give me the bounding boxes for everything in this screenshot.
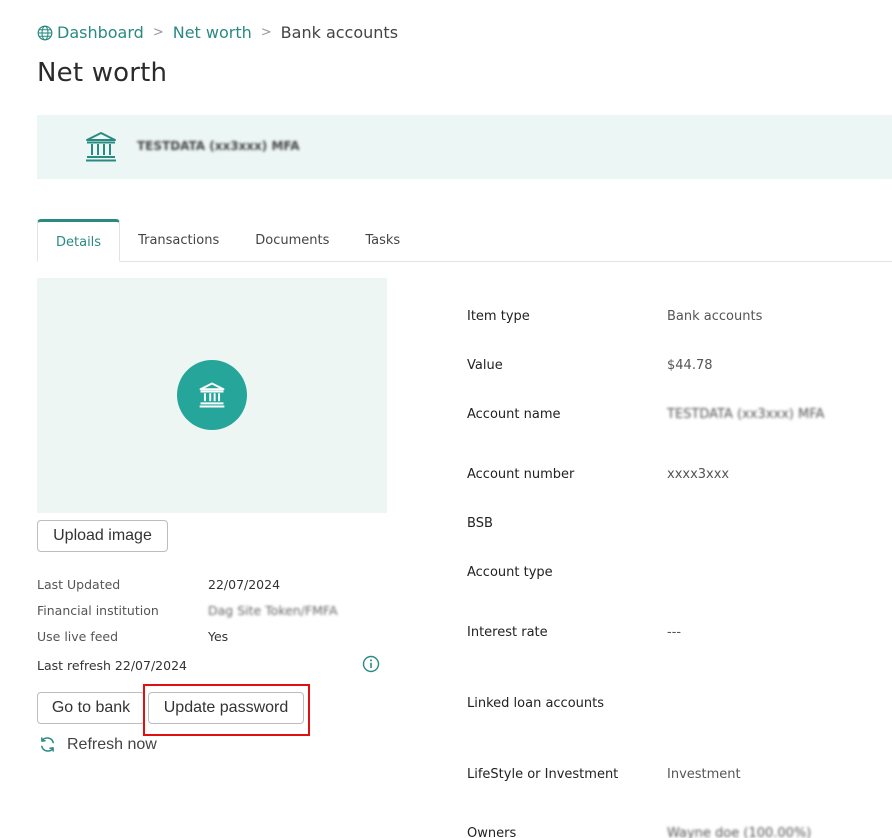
tab-tasks[interactable]: Tasks bbox=[347, 219, 418, 262]
tab-transactions[interactable]: Transactions bbox=[120, 219, 237, 262]
meta-label-use-live-feed: Use live feed bbox=[37, 629, 119, 644]
breadcrumb-net-worth[interactable]: Net worth bbox=[173, 23, 252, 42]
account-banner: TESTDATA (xx3xxx) MFA bbox=[37, 115, 892, 179]
detail-value-account-name: TESTDATA (xx3xxx) MFA bbox=[667, 407, 825, 422]
detail-label-item-type: Item type bbox=[467, 309, 530, 324]
refresh-icon bbox=[41, 737, 54, 752]
detail-value-owners: Wayne doe (100.00%) bbox=[667, 826, 812, 838]
detail-label-linked-loan-accounts: Linked loan accounts bbox=[467, 696, 605, 711]
detail-label-lifestyle-investment: LifeStyle or Investment bbox=[467, 767, 619, 782]
meta-value-last-updated: 22/07/2024 bbox=[208, 577, 281, 592]
breadcrumb-current: Bank accounts bbox=[280, 23, 399, 42]
refresh-now-label: Refresh now bbox=[67, 735, 157, 753]
bank-icon bbox=[199, 382, 225, 408]
last-refresh-text: Last refresh 22/07/2024 bbox=[37, 658, 187, 673]
detail-value-value: $44.78 bbox=[667, 358, 713, 373]
detail-value-interest-rate: --- bbox=[667, 625, 682, 640]
tab-bar: Details Transactions Documents Tasks bbox=[37, 219, 892, 262]
detail-label-account-number: Account number bbox=[467, 467, 575, 482]
detail-label-account-type: Account type bbox=[467, 565, 553, 580]
detail-label-interest-rate: Interest rate bbox=[467, 625, 548, 640]
bank-icon bbox=[86, 132, 116, 162]
globe-icon bbox=[37, 25, 53, 40]
meta-label-last-updated: Last Updated bbox=[37, 577, 121, 592]
breadcrumb-separator: > bbox=[152, 25, 164, 40]
page-title: Net worth bbox=[37, 58, 168, 88]
breadcrumb-dashboard[interactable]: Dashboard bbox=[57, 23, 144, 42]
detail-value-lifestyle-investment: Investment bbox=[667, 767, 741, 782]
banner-account-title: TESTDATA (xx3xxx) MFA bbox=[137, 139, 300, 153]
detail-label-bsb: BSB bbox=[467, 516, 493, 531]
detail-value-item-type: Bank accounts bbox=[667, 309, 763, 324]
refresh-now-link[interactable]: Refresh now bbox=[38, 735, 157, 754]
go-to-bank-button[interactable]: Go to bank bbox=[37, 692, 145, 724]
upload-image-button[interactable]: Upload image bbox=[37, 520, 168, 552]
tab-documents[interactable]: Documents bbox=[237, 219, 347, 262]
tab-details[interactable]: Details bbox=[37, 219, 121, 262]
bank-avatar bbox=[177, 360, 247, 430]
detail-label-owners: Owners bbox=[467, 826, 517, 838]
detail-value-account-number: xxxx3xxx bbox=[667, 467, 730, 482]
info-icon[interactable] bbox=[362, 655, 380, 673]
meta-value-use-live-feed: Yes bbox=[208, 629, 229, 644]
breadcrumb: Dashboard > Net worth > Bank accounts bbox=[37, 23, 398, 42]
breadcrumb-separator: > bbox=[260, 25, 272, 40]
account-image-placeholder bbox=[37, 278, 387, 513]
detail-label-account-name: Account name bbox=[467, 407, 561, 422]
update-password-button[interactable]: Update password bbox=[148, 692, 304, 724]
meta-value-financial-institution: Dag Site Token/FMFA bbox=[208, 603, 338, 618]
meta-label-financial-institution: Financial institution bbox=[37, 603, 159, 618]
detail-label-value: Value bbox=[467, 358, 503, 373]
